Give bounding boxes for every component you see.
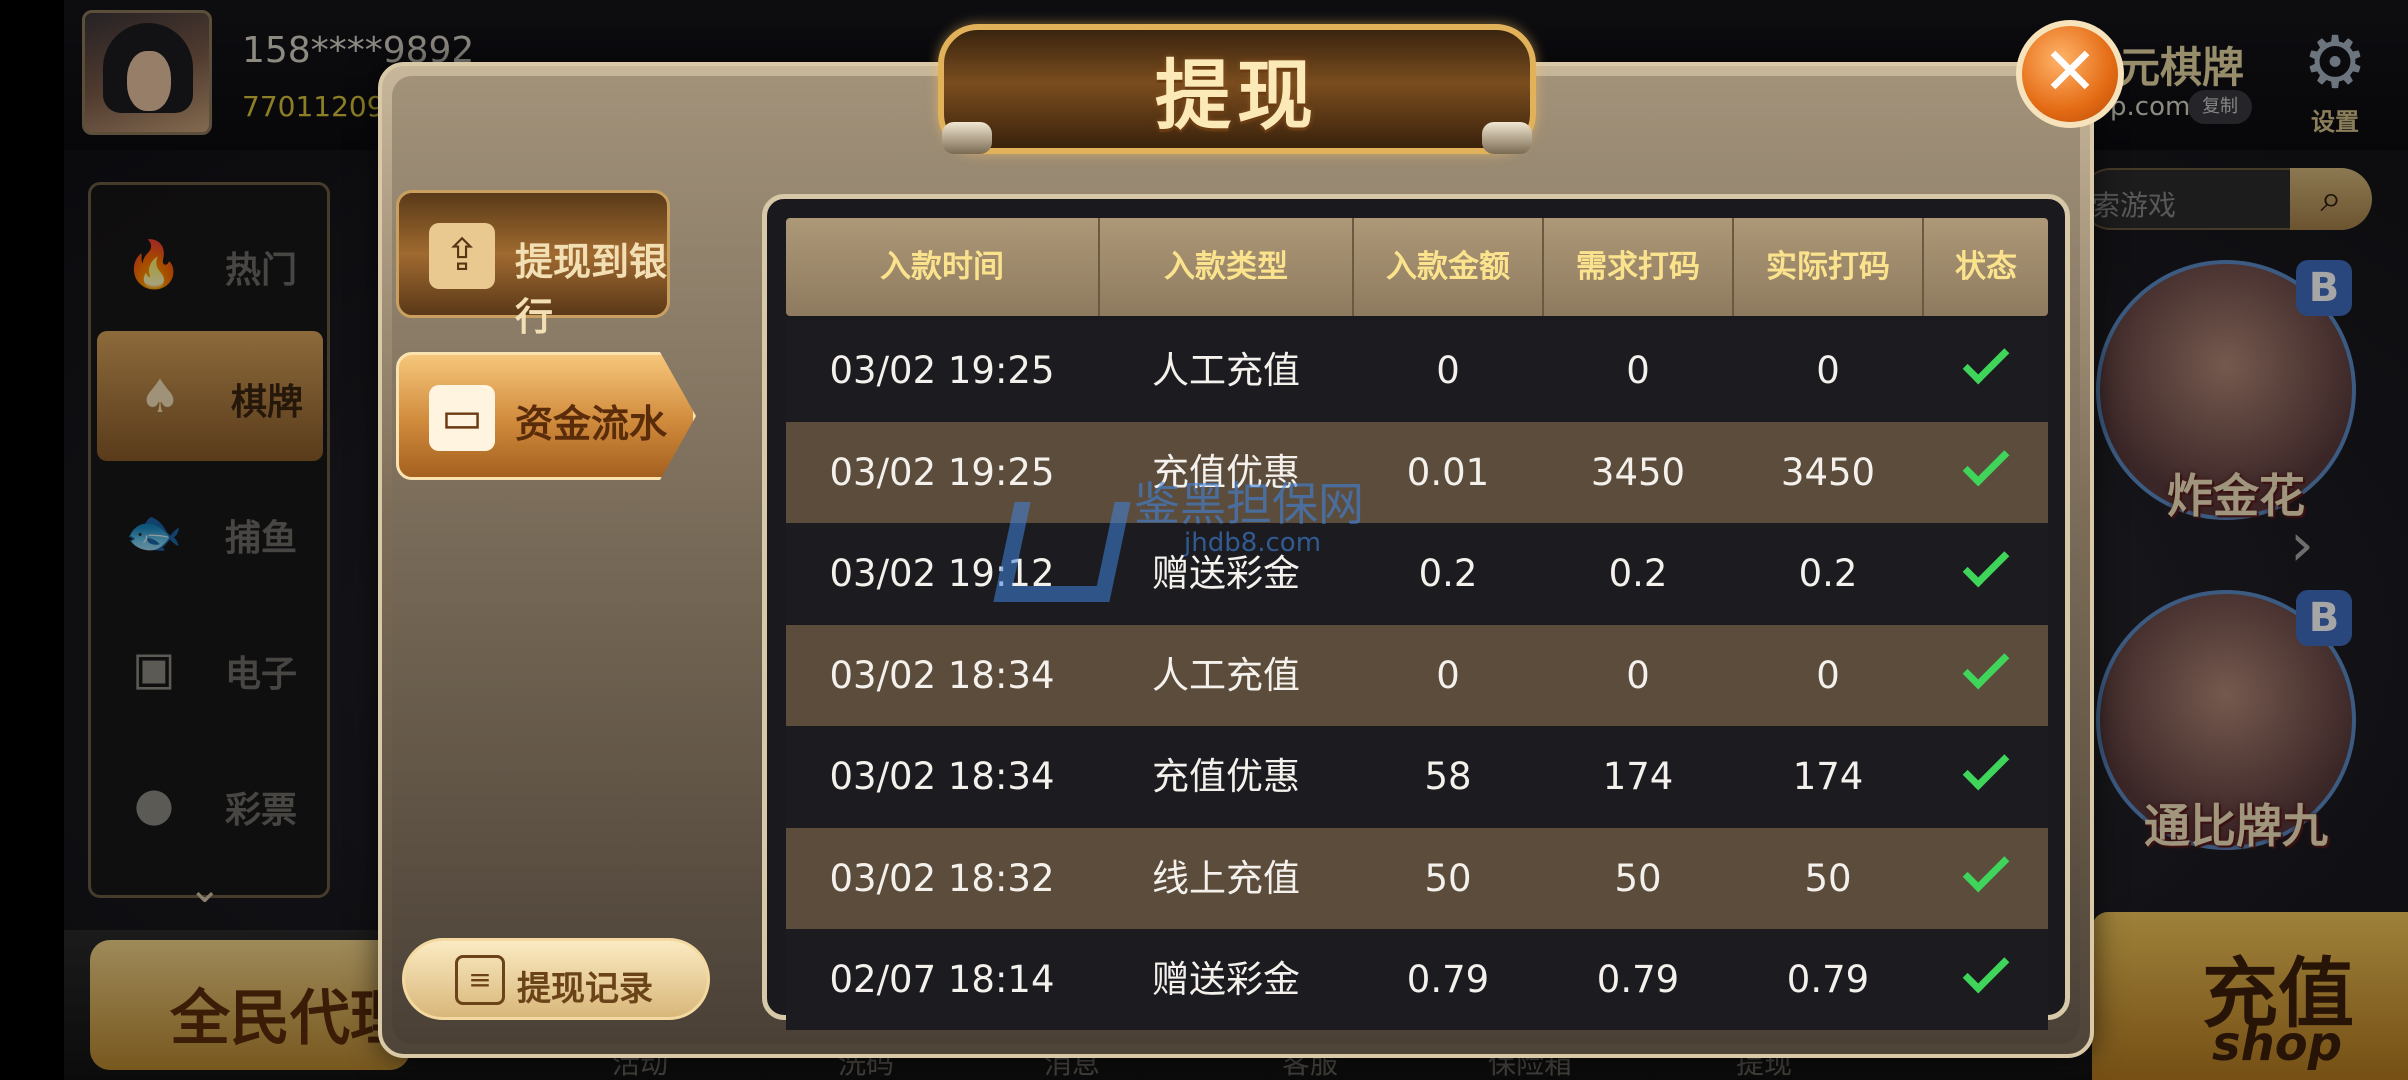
- cell-actual: 174: [1792, 755, 1864, 798]
- cell-time: 03/02 18:34: [829, 755, 1055, 798]
- cell-actual: 50: [1804, 856, 1852, 900]
- wallet-icon: ▭: [429, 385, 495, 451]
- tab-fund-flow[interactable]: ▭ 资金流水: [396, 352, 696, 480]
- cell-amount: 0.2: [1418, 552, 1478, 595]
- column-header-time: 入款时间: [880, 249, 1004, 285]
- table-header: 入款时间 入款类型 入款金额 需求打码 实际打码 状态: [786, 218, 2048, 316]
- tab-label: 提现到银行: [515, 240, 668, 339]
- cell-required: 0: [1626, 349, 1650, 392]
- status-check-icon: [1962, 337, 2010, 385]
- cell-required: 50: [1614, 856, 1662, 900]
- cell-actual: 3450: [1780, 450, 1876, 494]
- cell-amount: 0: [1436, 349, 1460, 392]
- cell-required: 0.79: [1596, 958, 1680, 1001]
- status-check-icon: [1962, 743, 2010, 791]
- column-header-actual: 实际打码: [1766, 249, 1890, 285]
- cell-type: 充值优惠: [1152, 755, 1300, 798]
- withdraw-record-button[interactable]: ≡ 提现记录: [402, 938, 710, 1020]
- cell-time: 03/02 18:34: [829, 653, 1055, 697]
- cell-type: 人工充值: [1152, 349, 1300, 392]
- cell-time: 02/07 18:14: [829, 958, 1055, 1001]
- watermark: 鉴黑担保网 jhdb8.com: [993, 468, 1364, 618]
- cell-amount: 50: [1424, 856, 1472, 900]
- table-row: 03/02 18:32 线上充值 50 50 50: [786, 827, 2048, 929]
- cell-time: 03/02 19:25: [829, 349, 1055, 392]
- table-row: 03/02 18:34 人工充值 0 0 0: [786, 624, 2048, 726]
- plaque-knob-right: [1482, 122, 1532, 154]
- table-row: 03/02 19:25 充值优惠 0.01 3450 3450: [786, 421, 2048, 523]
- status-check-icon: [1962, 946, 2010, 994]
- column-header-amount: 入款金额: [1386, 249, 1510, 285]
- cell-actual: 0: [1816, 653, 1840, 697]
- cell-actual: 0: [1816, 349, 1840, 392]
- plaque-knob-left: [942, 122, 992, 154]
- cell-actual: 0.2: [1798, 552, 1858, 595]
- cell-type: 线上充值: [1152, 856, 1300, 900]
- table-row: 02/07 18:14 赠送彩金 0.79 0.79 0.79: [786, 929, 2048, 1030]
- cell-type: 赠送彩金: [1152, 958, 1300, 1001]
- dialog-title: 提现: [1155, 51, 1319, 140]
- table-row: 03/02 19:12 赠送彩金 0.2 0.2 0.2: [786, 523, 2048, 624]
- tab-withdraw-to-bank[interactable]: ⇪ 提现到银行: [396, 190, 670, 339]
- table-row: 03/02 19:25 人工充值 0 0 0: [786, 320, 2048, 421]
- close-icon: ✕: [2042, 33, 2098, 110]
- status-check-icon: [1962, 540, 2010, 588]
- table-row: 03/02 18:34 充值优惠 58 174 174: [786, 726, 2048, 827]
- status-check-icon: [1962, 439, 2010, 486]
- column-header-status: 状态: [1955, 249, 2017, 285]
- cell-amount: 0: [1436, 653, 1460, 697]
- bank-transfer-icon: ⇪: [429, 223, 495, 289]
- record-label: 提现记录: [517, 969, 653, 1009]
- close-button[interactable]: ✕: [2016, 20, 2124, 128]
- cell-amount: 0.01: [1406, 450, 1490, 494]
- watermark-logo: [993, 502, 1131, 602]
- cell-actual: 0.79: [1786, 958, 1870, 1001]
- cell-amount: 58: [1424, 755, 1472, 798]
- tab-label: 资金流水: [515, 402, 668, 446]
- watermark-text: 鉴黑担保网: [1134, 477, 1364, 531]
- cell-time: 03/02 18:32: [829, 856, 1055, 900]
- record-icon: ≡: [455, 955, 505, 1005]
- column-header-required: 需求打码: [1576, 249, 1700, 285]
- column-header-type: 入款类型: [1164, 249, 1288, 285]
- status-check-icon: [1962, 642, 2010, 689]
- watermark-url: jhdb8.com: [1184, 528, 1322, 558]
- cell-required: 0: [1626, 653, 1650, 697]
- cell-required: 3450: [1590, 450, 1686, 494]
- cell-amount: 0.79: [1406, 958, 1490, 1001]
- cell-required: 174: [1602, 755, 1674, 798]
- cell-type: 人工充值: [1152, 653, 1300, 697]
- status-check-icon: [1962, 845, 2010, 892]
- cell-required: 0.2: [1608, 552, 1668, 595]
